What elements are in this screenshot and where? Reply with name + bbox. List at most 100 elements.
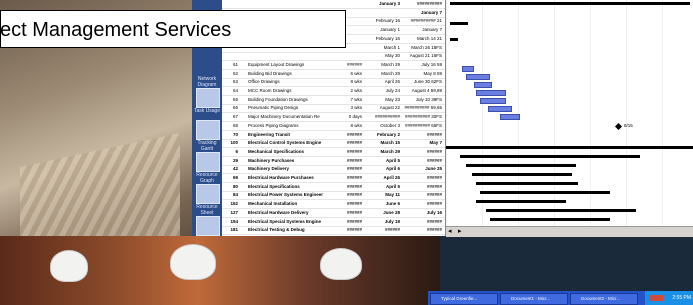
cell-id: 29 bbox=[232, 157, 238, 163]
task-row[interactable]: 127 Electrical Hardware Delivery ###### Jun… bbox=[222, 209, 445, 218]
cell-dur: ###### bbox=[346, 192, 362, 198]
cell-dur: ###### bbox=[346, 218, 362, 224]
task-row[interactable]: 181 Electrical Testing & Debug ###### #####… bbox=[222, 226, 445, 236]
gantt-bar[interactable] bbox=[476, 200, 566, 203]
gantt-bar[interactable] bbox=[476, 182, 578, 185]
taskbar-button[interactable]: Typical Greenfie... bbox=[430, 293, 498, 305]
task-row[interactable]: 65 Building Foundation Drawings 7 wks May 2… bbox=[222, 96, 445, 105]
task-row[interactable]: 42 Machinery Delivery ###### April 6 June 25 bbox=[222, 165, 445, 175]
cell-dur: 0 days bbox=[348, 114, 362, 120]
gantt-bar[interactable] bbox=[472, 173, 572, 176]
task-row[interactable]: 194 Electrical Special Systems Engine ####… bbox=[222, 218, 445, 227]
task-row[interactable]: 84 Electrical Power Systems Engineer #####… bbox=[222, 191, 445, 201]
grid-line bbox=[446, 0, 447, 236]
task-row[interactable]: 62 Building Bid Drawings 6 wks March 29 May … bbox=[222, 70, 445, 79]
cell-start: ###### bbox=[384, 227, 400, 233]
cell-start: March 1 bbox=[383, 44, 400, 50]
task-row[interactable]: 70 Engineering Transit ###### February 2 ###… bbox=[222, 131, 445, 140]
task-row[interactable]: 162 Mechanical Installation ###### June 6 ##… bbox=[222, 200, 445, 210]
gantt-bar[interactable] bbox=[476, 90, 506, 96]
view-label: Network Diagram bbox=[197, 76, 217, 88]
cell-start: March 29 bbox=[380, 148, 400, 154]
task-row[interactable]: 80 Electrical Specifications ###### April 5… bbox=[222, 183, 445, 192]
cell-dur: ###### bbox=[346, 227, 362, 233]
gantt-bar[interactable] bbox=[500, 114, 520, 120]
task-row[interactable]: 61 Equipment Layout Drawings ###### March 2… bbox=[222, 61, 445, 70]
cell-end: ###### bbox=[426, 175, 442, 180]
gantt-bar[interactable] bbox=[450, 22, 468, 25]
view-2-icon[interactable] bbox=[196, 120, 220, 140]
cell-id: 66 bbox=[232, 105, 238, 111]
cell-start: July 19 bbox=[384, 218, 400, 224]
cell-dur: ###### bbox=[346, 61, 362, 67]
cell-start: March 29 bbox=[381, 61, 400, 67]
gantt-bar[interactable] bbox=[460, 155, 640, 158]
cell-end: July 16 bbox=[426, 209, 442, 215]
scroll-left-icon[interactable]: ◂ bbox=[448, 227, 452, 235]
cell-end: ###### bbox=[426, 218, 442, 224]
task-row[interactable]: 6 Mechanical Specifications ###### March 29… bbox=[222, 148, 445, 157]
cell-dur: ###### bbox=[346, 201, 362, 207]
gantt-bar[interactable] bbox=[474, 82, 492, 88]
cell-id: 62 bbox=[232, 70, 238, 76]
task-row[interactable]: 68 Process Piping Diagrams 8 wks October 3 #… bbox=[222, 122, 445, 131]
cell-name: Major Machinery Documentation Re bbox=[248, 114, 320, 120]
cell-id: 80 bbox=[232, 183, 238, 189]
cell-end: ########## 59,65 bbox=[404, 105, 442, 111]
gantt-bar[interactable] bbox=[466, 74, 490, 80]
horizontal-scrollbar[interactable]: ◂ ▸ bbox=[446, 226, 693, 237]
cell-end: July 10 39FS bbox=[415, 96, 442, 102]
gantt-bar[interactable] bbox=[488, 106, 512, 112]
cell-id: 127 bbox=[230, 209, 238, 215]
gantt-bar[interactable] bbox=[462, 66, 474, 72]
gantt-bar[interactable] bbox=[466, 164, 576, 167]
grid-line bbox=[590, 0, 591, 236]
task-row[interactable]: 29 Machinery Purchases ###### April 5 ###### bbox=[222, 157, 445, 166]
gantt-bar[interactable] bbox=[450, 2, 690, 5]
cell-start: May 11 bbox=[385, 192, 400, 198]
taskbar-button[interactable]: Document2 - Micr... bbox=[570, 293, 638, 305]
cell-id: 42 bbox=[232, 166, 238, 172]
gantt-bar[interactable] bbox=[480, 191, 610, 194]
cell-name: Building Bid Drawings bbox=[248, 70, 292, 76]
cell-name: Electrical Control Systems Engine bbox=[248, 140, 322, 146]
cell-id: 181 bbox=[230, 227, 238, 233]
taskbar-button[interactable]: Document1 - Micr... bbox=[500, 293, 568, 305]
cell-dur: 8 wks bbox=[350, 79, 362, 85]
cell-id: 162 bbox=[230, 201, 238, 207]
task-row[interactable]: 100 Electrical Control Systems Engine ####… bbox=[222, 139, 445, 149]
cell-dur: 3 wks bbox=[350, 105, 362, 111]
background-photo-workers bbox=[0, 236, 440, 305]
gantt-bar[interactable] bbox=[486, 209, 636, 212]
cell-id: 65 bbox=[232, 96, 238, 102]
cell-start: January 3 bbox=[378, 1, 400, 6]
task-row[interactable]: 64 MCC Room Drawings 2 wks July 24 August 4 … bbox=[222, 87, 445, 96]
task-row[interactable]: 67 Major Machinery Documentation Re 0 days… bbox=[222, 113, 445, 123]
gantt-bar[interactable] bbox=[480, 98, 506, 104]
cell-id: 100 bbox=[230, 140, 238, 146]
view-5-icon[interactable] bbox=[196, 216, 220, 236]
cell-end: ###### bbox=[426, 192, 442, 198]
grid-line bbox=[626, 0, 627, 236]
gantt-bar[interactable] bbox=[446, 146, 693, 149]
task-row[interactable]: 69 Electrical Hardware Purchases ###### Apr… bbox=[222, 174, 445, 183]
cell-id: 194 bbox=[230, 218, 238, 224]
gantt-bar[interactable] bbox=[450, 38, 458, 41]
cell-end: ###### bbox=[426, 183, 442, 189]
view-1-icon[interactable] bbox=[196, 88, 220, 108]
task-row[interactable]: May 30 August 21 16FS bbox=[222, 52, 445, 62]
view-3-icon[interactable] bbox=[196, 152, 220, 172]
task-row[interactable]: 63 Office Drawings 8 wks April 26 June 30 62… bbox=[222, 78, 445, 88]
scroll-right-icon[interactable]: ▸ bbox=[458, 227, 462, 235]
task-row[interactable]: 66 Pneumatic Piping Design 3 wks August 22 #… bbox=[222, 104, 445, 114]
cell-start: March 29 bbox=[381, 70, 400, 76]
gantt-bar[interactable] bbox=[490, 218, 610, 221]
task-row[interactable]: January 3 ########## bbox=[222, 0, 445, 9]
cell-name: Electrical Hardware Purchases bbox=[248, 175, 314, 180]
view-4-icon[interactable] bbox=[196, 184, 220, 204]
tray-icon bbox=[649, 295, 663, 301]
cell-id: 61 bbox=[232, 61, 238, 67]
cell-start: May 23 bbox=[385, 96, 400, 102]
cell-start: June 6 bbox=[385, 201, 400, 207]
cell-id: 84 bbox=[232, 192, 238, 198]
